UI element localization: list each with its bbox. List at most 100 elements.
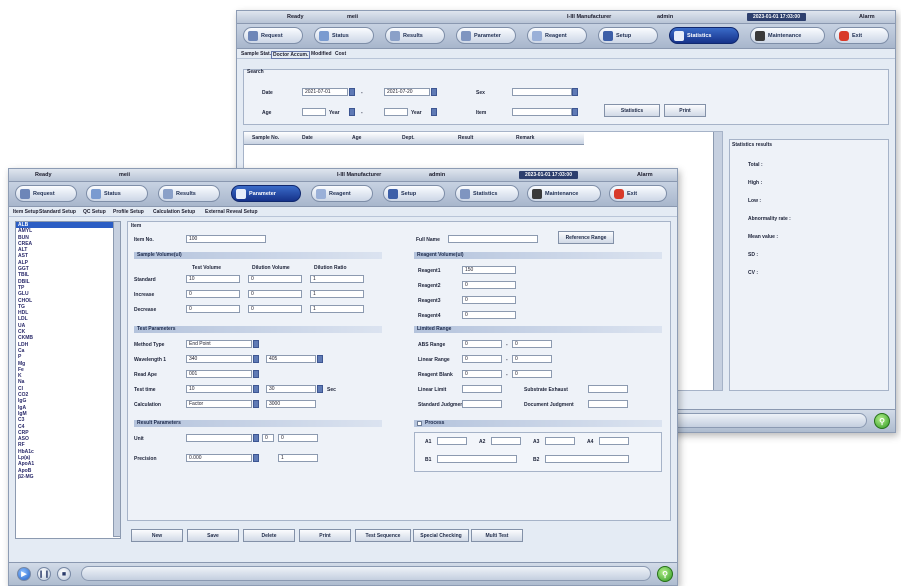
- tab-calculation-setup[interactable]: Calculation Setup: [153, 209, 195, 215]
- process-b2-field[interactable]: [545, 455, 629, 463]
- tab-profile-setup[interactable]: Profile Setup: [113, 209, 144, 215]
- linear-limit-field[interactable]: [462, 385, 502, 393]
- tab-qc-setup[interactable]: QC Setup: [83, 209, 106, 215]
- reagent-blank-from[interactable]: 0: [462, 370, 502, 378]
- request-button[interactable]: Request: [15, 185, 77, 202]
- tab-modified[interactable]: Modified: [311, 51, 332, 57]
- increase-dilution-field[interactable]: 0: [248, 290, 302, 298]
- maintenance-button[interactable]: Maintenance: [527, 185, 601, 202]
- print-button[interactable]: Print: [299, 529, 351, 542]
- table-scrollbar[interactable]: [713, 132, 722, 390]
- tab-external-reveal-setup[interactable]: External Reveal Setup: [205, 209, 258, 215]
- test-time-start-spin[interactable]: [253, 385, 259, 393]
- abs-range-to[interactable]: 0: [512, 340, 552, 348]
- full-name-field[interactable]: [448, 235, 538, 243]
- sex-select[interactable]: [512, 88, 572, 96]
- tab-cost[interactable]: Cost: [335, 51, 346, 57]
- statistics-button[interactable]: Statistics: [455, 185, 519, 202]
- test-sequence-button[interactable]: Test Sequence: [355, 529, 411, 542]
- test-time-end-spin[interactable]: [317, 385, 323, 393]
- request-button[interactable]: Request: [243, 27, 303, 44]
- reagent-button[interactable]: Reagent: [527, 27, 587, 44]
- precision-dropdown[interactable]: [253, 454, 259, 462]
- tab-sample-stat[interactable]: Sample Stat.: [241, 51, 271, 57]
- reagent2-field[interactable]: 0: [462, 281, 516, 289]
- process-a2-field[interactable]: [491, 437, 521, 445]
- date-from-field[interactable]: 2021-07-01: [302, 88, 348, 96]
- tab-standard-setup[interactable]: Standard Setup: [39, 209, 76, 215]
- process-a4-field[interactable]: [599, 437, 629, 445]
- method-type-dropdown[interactable]: [253, 340, 259, 348]
- age-unit-to-dropdown[interactable]: [431, 108, 437, 116]
- calculation-select[interactable]: Factor: [186, 400, 252, 408]
- reagent3-field[interactable]: 0: [462, 296, 516, 304]
- maintenance-button[interactable]: Maintenance: [750, 27, 825, 44]
- sex-dropdown[interactable]: [572, 88, 578, 96]
- standard-ratio-field[interactable]: 1: [310, 275, 364, 283]
- multi-test-button[interactable]: Multi Test: [471, 529, 523, 542]
- increase-ratio-field[interactable]: 1: [310, 290, 364, 298]
- method-type-select[interactable]: End Point: [186, 340, 252, 348]
- standard-dilution-field[interactable]: 0: [248, 275, 302, 283]
- date-to-dropdown[interactable]: [431, 88, 437, 96]
- exit-button[interactable]: Exit: [834, 27, 889, 44]
- read-dropdown[interactable]: [253, 370, 259, 378]
- process-a3-field[interactable]: [545, 437, 575, 445]
- list-item[interactable]: β2-MG: [16, 474, 120, 480]
- age-to-field[interactable]: [384, 108, 408, 116]
- unit-dropdown[interactable]: [253, 434, 259, 442]
- standard-test-field[interactable]: 10: [186, 275, 240, 283]
- decrease-dilution-field[interactable]: 0: [248, 305, 302, 313]
- wavelength1-select[interactable]: 340: [186, 355, 252, 363]
- new-button[interactable]: New: [131, 529, 183, 542]
- item-select[interactable]: [512, 108, 572, 116]
- age-from-field[interactable]: [302, 108, 326, 116]
- standard-judgment-field[interactable]: [462, 400, 502, 408]
- tab-item-setup[interactable]: Item Setup: [13, 209, 39, 215]
- pause-icon[interactable]: ❙❙: [37, 567, 51, 581]
- statistics-run-button[interactable]: Statistics: [604, 104, 660, 117]
- front-go-icon[interactable]: ⚲: [657, 566, 673, 582]
- age-unit-from-dropdown[interactable]: [349, 108, 355, 116]
- read-select[interactable]: 001: [186, 370, 252, 378]
- exit-button[interactable]: Exit: [609, 185, 667, 202]
- substrate-exhaust-field[interactable]: [588, 385, 628, 393]
- increase-test-field[interactable]: 0: [186, 290, 240, 298]
- play-icon[interactable]: ▶: [17, 567, 31, 581]
- results-button[interactable]: Results: [385, 27, 445, 44]
- test-time-start[interactable]: 10: [186, 385, 252, 393]
- process-a1-field[interactable]: [437, 437, 467, 445]
- wavelength2-select[interactable]: 405: [266, 355, 316, 363]
- status-button[interactable]: Status: [314, 27, 374, 44]
- item-list-scrollbar[interactable]: [113, 221, 121, 537]
- setup-button[interactable]: Setup: [598, 27, 658, 44]
- abs-range-from[interactable]: 0: [462, 340, 502, 348]
- reagent1-field[interactable]: 150: [462, 266, 516, 274]
- process-checkbox[interactable]: [417, 421, 422, 426]
- reference-range-button[interactable]: Reference Range: [558, 231, 614, 244]
- reagent-blank-to[interactable]: 0: [512, 370, 552, 378]
- tab-doctor-accum[interactable]: Doctor Accum.: [271, 51, 311, 59]
- stop-icon[interactable]: ■: [57, 567, 71, 581]
- unit-field-a[interactable]: 0: [262, 434, 274, 442]
- item-dropdown[interactable]: [572, 108, 578, 116]
- linear-range-from[interactable]: 0: [462, 355, 502, 363]
- reagent4-field[interactable]: 0: [462, 311, 516, 319]
- linear-range-to[interactable]: 0: [512, 355, 552, 363]
- wavelength1-dropdown[interactable]: [253, 355, 259, 363]
- back-go-icon[interactable]: ⚲: [874, 413, 890, 429]
- date-to-field[interactable]: 2021-07-20: [384, 88, 430, 96]
- date-from-dropdown[interactable]: [349, 88, 355, 96]
- print-button[interactable]: Print: [664, 104, 706, 117]
- statistics-button[interactable]: Statistics: [669, 27, 739, 44]
- parameter-button[interactable]: Parameter: [456, 27, 516, 44]
- calculation-value-field[interactable]: 3000: [266, 400, 316, 408]
- special-checking-button[interactable]: Special Checking: [413, 529, 469, 542]
- status-button[interactable]: Status: [86, 185, 148, 202]
- test-time-end[interactable]: 30: [266, 385, 316, 393]
- document-judgment-field[interactable]: [588, 400, 628, 408]
- calculation-dropdown[interactable]: [253, 400, 259, 408]
- item-no-field[interactable]: 100: [186, 235, 266, 243]
- decrease-ratio-field[interactable]: 1: [310, 305, 364, 313]
- unit-select[interactable]: [186, 434, 252, 442]
